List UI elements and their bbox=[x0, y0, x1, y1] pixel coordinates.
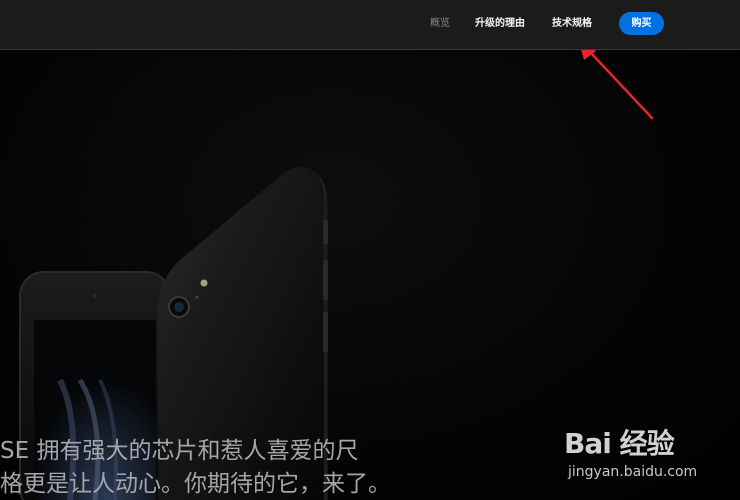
nav-why-upgrade-link[interactable]: 升级的理由 bbox=[475, 17, 525, 31]
nav-overview-link[interactable]: 概览 bbox=[430, 17, 450, 31]
page: 概览 升级的理由 技术规格 购买 SE 拥有强大的芯片和惹人喜爱的尺 格更是让人… bbox=[0, 0, 740, 500]
top-nav: 概览 升级的理由 技术规格 购买 bbox=[0, 0, 740, 50]
hero-headline-line-2: 格更是让人动心。你期待的它，来了。 bbox=[0, 471, 391, 497]
baidu-paw-logo: Bai 经验 bbox=[564, 427, 675, 460]
buy-button[interactable]: 购买 bbox=[619, 12, 664, 35]
hero-headline-line-1: SE 拥有强大的芯片和惹人喜爱的尺 bbox=[0, 438, 359, 464]
watermark-url: jingyan.baidu.com bbox=[568, 464, 698, 480]
nav-tech-specs-link[interactable]: 技术规格 bbox=[552, 17, 592, 31]
baidu-jingyan-watermark: Bai 经验 jingyan.baidu.com bbox=[560, 418, 730, 490]
annotation-arrow bbox=[578, 38, 654, 120]
